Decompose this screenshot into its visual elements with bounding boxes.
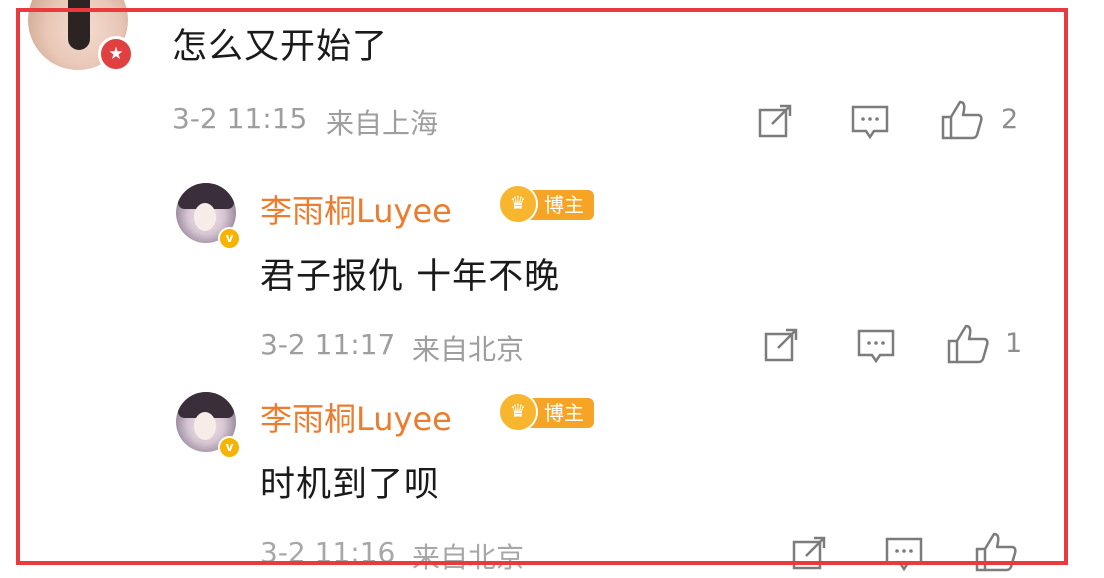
reply-text: 时机到了呗	[260, 465, 441, 505]
blogger-tag: ♛ 博主	[498, 392, 594, 432]
share-icon[interactable]	[790, 534, 830, 574]
share-icon[interactable]	[762, 326, 802, 366]
comment-icon[interactable]	[850, 104, 890, 142]
username[interactable]: 李雨桐Luyee	[260, 394, 452, 440]
comment-icon[interactable]	[856, 328, 896, 366]
crown-icon: ♛	[498, 184, 538, 224]
username[interactable]: 李雨桐Luyee	[260, 186, 452, 232]
crown-icon: ♛	[498, 392, 538, 432]
share-icon[interactable]	[756, 102, 796, 142]
like-count: 2	[1001, 104, 1019, 135]
comment-location: 来自上海	[326, 107, 439, 140]
like-icon[interactable]	[946, 323, 990, 365]
like-icon[interactable]	[974, 531, 1018, 573]
comment-time: 3-2 11:15	[172, 102, 308, 135]
reply-location: 来自北京	[412, 541, 525, 574]
comment-text: 怎么又开始了	[172, 27, 389, 67]
star-badge-icon: ★	[98, 36, 134, 72]
blogger-tag: ♛ 博主	[498, 184, 594, 224]
reply-location: 来自北京	[412, 333, 525, 366]
reply-text: 君子报仇 十年不晚	[260, 257, 561, 297]
verified-badge-icon: v	[218, 227, 241, 250]
reply-time: 3-2 11:17	[260, 328, 396, 361]
reply-time: 3-2 11:16	[260, 536, 396, 569]
like-count: 1	[1005, 328, 1023, 359]
comment-icon[interactable]	[884, 536, 924, 574]
like-icon[interactable]	[940, 99, 984, 141]
verified-badge-icon: v	[218, 436, 241, 459]
